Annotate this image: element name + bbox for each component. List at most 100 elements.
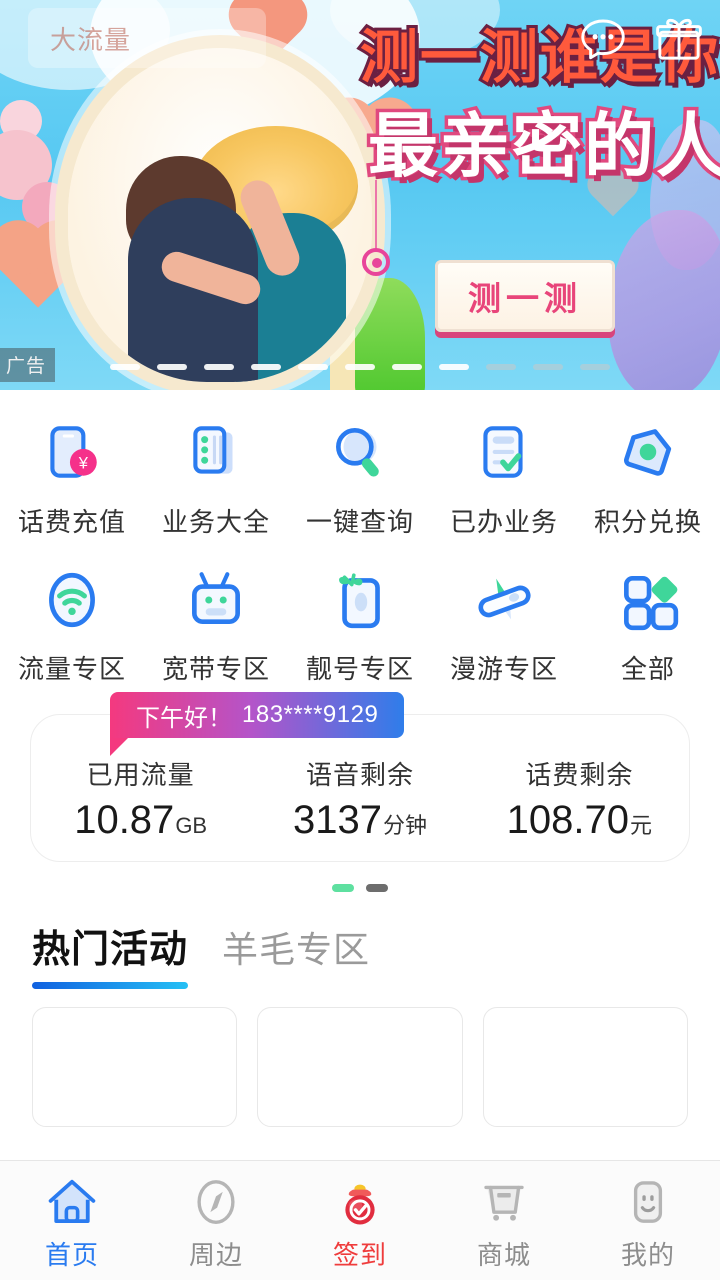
shopping-cart-icon bbox=[484, 1185, 524, 1221]
grid-item-label: 漫游专区 bbox=[449, 654, 558, 684]
carousel-dash[interactable] bbox=[439, 364, 469, 370]
carousel-dash[interactable] bbox=[345, 364, 375, 370]
airplane-icon bbox=[478, 578, 531, 620]
carousel-indicator[interactable] bbox=[0, 364, 720, 370]
grid-item-one-key-query[interactable]: 一键查询 bbox=[288, 412, 432, 551]
activity-tabs: 热门活动 羊毛专区 bbox=[0, 918, 720, 989]
grid-item-premium-number-zone[interactable]: 靓号专区 bbox=[288, 559, 432, 698]
balance-dot-active[interactable] bbox=[332, 884, 354, 892]
phone-ribbon-icon bbox=[339, 573, 380, 629]
nav-item-label: 周边 bbox=[188, 1240, 243, 1270]
balance-stat-unit: 元 bbox=[629, 813, 652, 838]
carousel-dash[interactable] bbox=[204, 364, 234, 370]
nav-item-label: 我的 bbox=[620, 1240, 675, 1270]
grid-item-label: 业务大全 bbox=[161, 507, 270, 537]
activity-card[interactable] bbox=[32, 1007, 238, 1127]
banner-top-actions bbox=[576, 12, 706, 66]
search-input[interactable]: 大流量 bbox=[28, 8, 266, 68]
balance-stat-title: 已用流量 bbox=[86, 760, 195, 790]
couple-illustration bbox=[55, 35, 385, 390]
compass-icon bbox=[197, 1180, 235, 1224]
carousel-dash[interactable] bbox=[110, 364, 140, 370]
grid-item-label: 一键查询 bbox=[305, 507, 414, 537]
nav-item-label: 商城 bbox=[476, 1240, 531, 1270]
balance-dot[interactable] bbox=[366, 884, 388, 892]
grid-item-label: 宽带专区 bbox=[161, 654, 270, 684]
grid-item-label: 靓号专区 bbox=[305, 654, 414, 684]
carousel-dash[interactable] bbox=[157, 364, 187, 370]
balance-stat: 已用流量 10.87GB bbox=[31, 755, 250, 843]
banner-headline-line2: 最亲密的人 bbox=[365, 104, 720, 189]
account-balance-section: 已用流量 10.87GB 语音剩余 3137分钟 话费剩余 108.70元 下午… bbox=[30, 692, 690, 862]
nav-item-label: 首页 bbox=[44, 1240, 99, 1270]
carousel-dash[interactable] bbox=[298, 364, 328, 370]
carousel-dash[interactable] bbox=[533, 364, 563, 370]
grid-item-points-exchange[interactable]: 积分兑换 bbox=[576, 412, 720, 551]
balance-stat: 话费剩余 108.70元 bbox=[470, 755, 689, 843]
balance-stat-value: 3137分钟 bbox=[292, 798, 427, 842]
money-bag-check-icon bbox=[345, 1184, 375, 1225]
grid-item-broadband-zone[interactable]: 宽带专区 bbox=[144, 559, 288, 698]
grid-item-handled-services[interactable]: 已办业务 bbox=[432, 412, 576, 551]
greeting-bubble: 下午好！ 183****9129 bbox=[110, 692, 405, 756]
quick-actions-grid: ¥ 话费充值 业务大全 一键查询 已办业务 积分兑换 流量专区 宽带专区 靓号专… bbox=[0, 390, 720, 702]
wifi-oval-icon bbox=[49, 572, 95, 628]
tab-hot-activities[interactable]: 热门活动 bbox=[32, 918, 189, 989]
target-decoration bbox=[362, 248, 390, 276]
nav-item-profile[interactable]: 我的 bbox=[576, 1161, 720, 1280]
chat-bubble-icon[interactable] bbox=[576, 12, 630, 66]
grid-item-data-zone[interactable]: 流量专区 bbox=[0, 559, 144, 698]
phone-yen-icon: ¥ bbox=[50, 426, 97, 478]
promo-banner[interactable]: 测一测谁是你 最亲密的人 测一测 大流量 广告 bbox=[0, 0, 720, 390]
svg-text:¥: ¥ bbox=[78, 454, 89, 472]
nav-item-label: 签到 bbox=[332, 1240, 387, 1270]
carousel-dash[interactable] bbox=[580, 364, 610, 370]
grid-item-roaming-zone[interactable]: 漫游专区 bbox=[432, 559, 576, 698]
masked-phone-number: 183****9129 bbox=[242, 701, 379, 728]
banner-cta-label: 测一测 bbox=[468, 280, 582, 317]
balance-stat: 语音剩余 3137分钟 bbox=[250, 755, 469, 843]
balance-stat-value: 108.70元 bbox=[506, 798, 652, 842]
bottom-navigation-bar: 首页 周边 签到 商城 我的 bbox=[0, 1160, 720, 1280]
activity-card[interactable] bbox=[257, 1007, 463, 1127]
carousel-dash[interactable] bbox=[251, 364, 281, 370]
balance-stat-value: 10.87GB bbox=[74, 798, 208, 842]
grid-item-label: 全部 bbox=[620, 654, 675, 684]
carousel-dash[interactable] bbox=[486, 364, 516, 370]
gift-box-icon[interactable] bbox=[652, 12, 706, 66]
grid-item-label: 已办业务 bbox=[449, 507, 558, 537]
grid-item-all[interactable]: 全部 bbox=[576, 559, 720, 698]
grid-item-label: 流量专区 bbox=[17, 654, 126, 684]
grid-item-all-services[interactable]: 业务大全 bbox=[144, 412, 288, 551]
banner-cta-button[interactable]: 测一测 bbox=[435, 260, 615, 332]
grid-item-recharge[interactable]: ¥ 话费充值 bbox=[0, 412, 144, 551]
magnifier-icon bbox=[336, 427, 379, 477]
balance-stat-unit: 分钟 bbox=[382, 813, 427, 838]
nav-item-mall[interactable]: 商城 bbox=[432, 1161, 576, 1280]
document-list-icon bbox=[193, 426, 233, 474]
grid-item-label: 话费充值 bbox=[17, 507, 126, 537]
tab-wool-zone[interactable]: 羊毛专区 bbox=[222, 921, 370, 989]
balance-stat-title: 语音剩余 bbox=[305, 760, 414, 790]
grid-all-icon bbox=[624, 576, 679, 631]
tv-antenna-icon bbox=[192, 572, 240, 624]
grid-item-label: 积分兑换 bbox=[593, 507, 702, 537]
balance-stat-unit: GB bbox=[175, 813, 208, 838]
balance-stat-title: 话费剩余 bbox=[525, 760, 634, 790]
profile-smiley-icon bbox=[633, 1181, 663, 1223]
nav-item-check-in[interactable]: 签到 bbox=[288, 1161, 432, 1280]
gem-points-icon bbox=[624, 429, 672, 476]
greeting-text: 下午好！ bbox=[136, 704, 232, 732]
activity-card[interactable] bbox=[482, 1007, 688, 1127]
petal-decoration bbox=[608, 210, 720, 390]
nav-item-home[interactable]: 首页 bbox=[0, 1161, 144, 1280]
tab-label: 羊毛专区 bbox=[222, 929, 371, 970]
tab-label: 热门活动 bbox=[32, 929, 189, 971]
clipboard-check-icon bbox=[483, 426, 523, 478]
nav-item-nearby[interactable]: 周边 bbox=[144, 1161, 288, 1280]
search-placeholder: 大流量 bbox=[50, 24, 132, 55]
balance-carousel-indicator[interactable] bbox=[0, 884, 720, 892]
activity-card-row bbox=[0, 1007, 720, 1127]
home-icon bbox=[48, 1179, 96, 1224]
carousel-dash[interactable] bbox=[392, 364, 422, 370]
